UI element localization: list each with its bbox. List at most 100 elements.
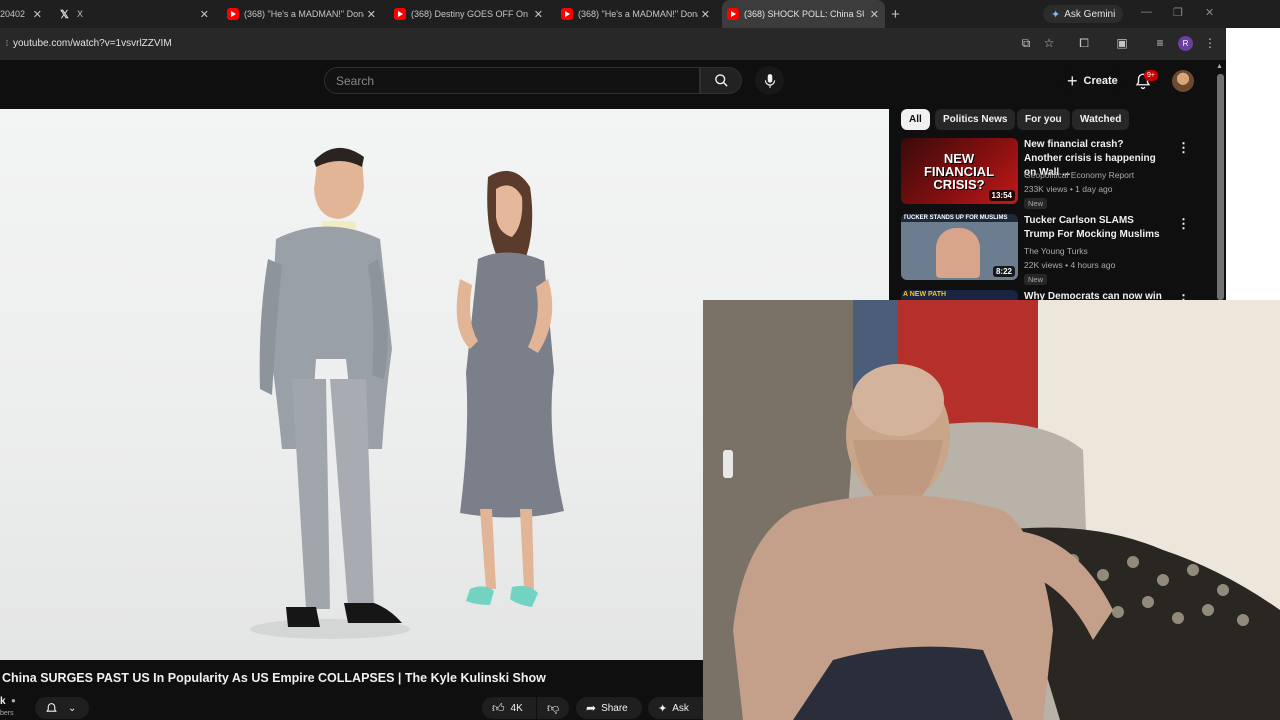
close-icon[interactable]: ✕ bbox=[870, 8, 879, 21]
tab-0[interactable]: 20402 ✕ bbox=[0, 0, 48, 28]
microphone-icon bbox=[764, 73, 775, 88]
browser-tab-strip: 20402 ✕ 𝕏 X ✕ (368) "He's a MADMAN!" Don… bbox=[0, 0, 1280, 28]
scroll-up-arrow-icon[interactable]: ▲ bbox=[1216, 63, 1223, 70]
video-duration: 8:22 bbox=[992, 266, 1015, 277]
youtube-favicon-icon bbox=[227, 8, 239, 20]
search-input[interactable] bbox=[325, 68, 699, 93]
thumbnail-face bbox=[936, 228, 980, 278]
webcam-overlay bbox=[703, 300, 1280, 720]
video-title[interactable]: Tucker Carlson SLAMS Trump For Mocking M… bbox=[1024, 214, 1164, 242]
subscribed-button[interactable]: ⌄ bbox=[35, 697, 89, 719]
recommendations-sidebar: All Politics News For you Watched NEW FI… bbox=[889, 108, 1226, 300]
youtube-favicon-icon bbox=[727, 8, 739, 20]
notification-badge: 9+ bbox=[1144, 70, 1158, 81]
close-icon[interactable]: ✕ bbox=[534, 8, 543, 21]
new-badge: New bbox=[1024, 274, 1048, 285]
channel-name[interactable]: The Young Turks bbox=[1024, 246, 1088, 256]
video-meta: 233K views • 1 day ago bbox=[1024, 184, 1113, 194]
tab-title: (368) SHOCK POLL: China SURG bbox=[744, 9, 864, 19]
more-options-icon[interactable]: ⋮ bbox=[1177, 216, 1190, 232]
video-title: China SURGES PAST US In Popularity As US… bbox=[2, 671, 546, 685]
channel-name[interactable]: Geopolitical Economy Report bbox=[1024, 170, 1134, 180]
minimize-icon[interactable]: — bbox=[1141, 6, 1152, 18]
recommendation-item[interactable]: A NEW PATH Why Democrats can now win ⋮ bbox=[901, 290, 1191, 300]
ask-gemini-button[interactable]: ✦ Ask Gemini bbox=[1043, 5, 1124, 23]
tab-title: X bbox=[77, 9, 84, 19]
thumbs-up-icon: 👍︎ bbox=[492, 700, 505, 715]
tab-title: (368) "He's a MADMAN!" Donal bbox=[578, 9, 698, 19]
more-options-icon[interactable]: ⋮ bbox=[1177, 140, 1190, 156]
restore-icon[interactable]: ❐ bbox=[1173, 6, 1183, 19]
url-text[interactable]: youtube.com/watch?v=1vsvrlZZVIM bbox=[13, 38, 172, 49]
video-thumbnail[interactable]: NEW FINANCIAL CRISIS? 13:54 bbox=[901, 138, 1018, 204]
video-duration: 13:54 bbox=[988, 190, 1015, 201]
window-close-icon[interactable]: ✕ bbox=[1205, 6, 1214, 19]
media-controls-icon[interactable]: ≡ bbox=[1153, 36, 1167, 50]
page-scrollbar-thumb[interactable] bbox=[1217, 74, 1224, 300]
x-logo-icon: 𝕏 bbox=[60, 9, 69, 21]
plus-icon: + bbox=[1067, 70, 1078, 91]
address-bar: ⁞ youtube.com/watch?v=1vsvrlZZVIM ⧉ ☆ ⧠ … bbox=[0, 28, 1226, 60]
close-icon[interactable]: ✕ bbox=[367, 8, 376, 21]
chip-for-you[interactable]: For you bbox=[1017, 109, 1070, 130]
tab-title: (368) Destiny GOES OFF On Kyl bbox=[411, 9, 531, 19]
recommendation-item[interactable]: NEW FINANCIAL CRISIS? 13:54 New financia… bbox=[901, 138, 1191, 209]
chip-politics-news[interactable]: Politics News bbox=[935, 109, 1016, 130]
webcam-feed-image bbox=[703, 300, 1280, 720]
thumbnail-text: A NEW PATH bbox=[903, 291, 947, 298]
chrome-menu-icon[interactable]: ⋮ bbox=[1203, 36, 1217, 50]
bell-icon bbox=[46, 702, 57, 712]
close-icon[interactable]: ✕ bbox=[200, 8, 209, 21]
account-avatar[interactable] bbox=[1172, 70, 1194, 92]
desktop-background bbox=[1226, 28, 1280, 300]
extensions-icon[interactable]: ⧠ bbox=[1077, 36, 1091, 50]
create-label: Create bbox=[1083, 75, 1118, 87]
like-count: 4K bbox=[510, 702, 523, 714]
install-app-icon[interactable]: ⧉ bbox=[1019, 36, 1033, 50]
search-button[interactable] bbox=[700, 67, 742, 94]
new-tab-icon[interactable]: + bbox=[891, 6, 900, 23]
dislike-button[interactable]: 👎︎ bbox=[537, 697, 569, 719]
new-badge: New bbox=[1024, 198, 1048, 209]
search-box bbox=[324, 67, 700, 94]
tab-2[interactable]: (368) "He's a MADMAN!" Donal ✕ bbox=[222, 0, 382, 28]
chevron-down-icon: ⌄ bbox=[68, 702, 77, 714]
more-options-icon[interactable]: ⋮ bbox=[1177, 292, 1190, 300]
share-button[interactable]: ➦ Share bbox=[576, 697, 642, 719]
bookmark-star-icon[interactable]: ☆ bbox=[1042, 36, 1056, 50]
voice-search-button[interactable] bbox=[755, 66, 784, 95]
video-title[interactable]: Why Democrats can now win bbox=[1024, 290, 1164, 300]
close-icon[interactable]: ✕ bbox=[33, 8, 42, 21]
ask-label: Ask bbox=[672, 702, 689, 714]
sparkle-icon: ✦ bbox=[658, 702, 668, 715]
chip-watched[interactable]: Watched bbox=[1072, 109, 1130, 130]
video-meta: 22K views • 4 hours ago bbox=[1024, 260, 1116, 270]
video-thumbnail[interactable]: TUCKER STANDS UP FOR MUSLIMS 8:22 bbox=[901, 214, 1018, 280]
thumbnail-text: TUCKER STANDS UP FOR MUSLIMS bbox=[903, 215, 1008, 221]
subscriber-count-fragment: bers bbox=[0, 710, 14, 717]
tab-1[interactable]: 𝕏 X ✕ bbox=[55, 0, 215, 28]
close-icon[interactable]: ✕ bbox=[701, 8, 710, 21]
chip-all[interactable]: All bbox=[901, 109, 930, 130]
youtube-favicon-icon bbox=[561, 8, 573, 20]
video-thumbnail[interactable]: A NEW PATH bbox=[901, 290, 1018, 300]
search-icon bbox=[714, 74, 728, 87]
youtube-favicon-icon bbox=[394, 8, 406, 20]
side-panel-icon[interactable]: ▣ bbox=[1115, 36, 1129, 50]
tab-5-active[interactable]: (368) SHOCK POLL: China SURG ✕ bbox=[722, 0, 885, 28]
site-info-icon[interactable]: ⁞ bbox=[0, 37, 14, 51]
profile-avatar[interactable]: R bbox=[1178, 36, 1193, 51]
tab-3[interactable]: (368) Destiny GOES OFF On Kyl ✕ bbox=[389, 0, 549, 28]
youtube-header: + Create 9+ bbox=[0, 60, 1226, 108]
ask-button[interactable]: ✦ Ask bbox=[648, 697, 703, 719]
recommendation-item[interactable]: TUCKER STANDS UP FOR MUSLIMS 8:22 Tucker… bbox=[901, 214, 1191, 285]
tab-title: 20402 bbox=[0, 9, 26, 19]
channel-name-fragment[interactable]: k bbox=[0, 696, 6, 707]
tab-4[interactable]: (368) "He's a MADMAN!" Donal ✕ bbox=[556, 0, 716, 28]
create-button[interactable]: + Create bbox=[1057, 68, 1128, 94]
like-button[interactable]: 👍︎ 4K bbox=[482, 697, 536, 719]
ask-gemini-label: Ask Gemini bbox=[1064, 8, 1116, 20]
thumbnail-text: NEW FINANCIAL CRISIS? bbox=[923, 151, 995, 192]
gemini-sparkle-icon: ✦ bbox=[1051, 8, 1061, 21]
tab-title: (368) "He's a MADMAN!" Donal bbox=[244, 9, 364, 19]
